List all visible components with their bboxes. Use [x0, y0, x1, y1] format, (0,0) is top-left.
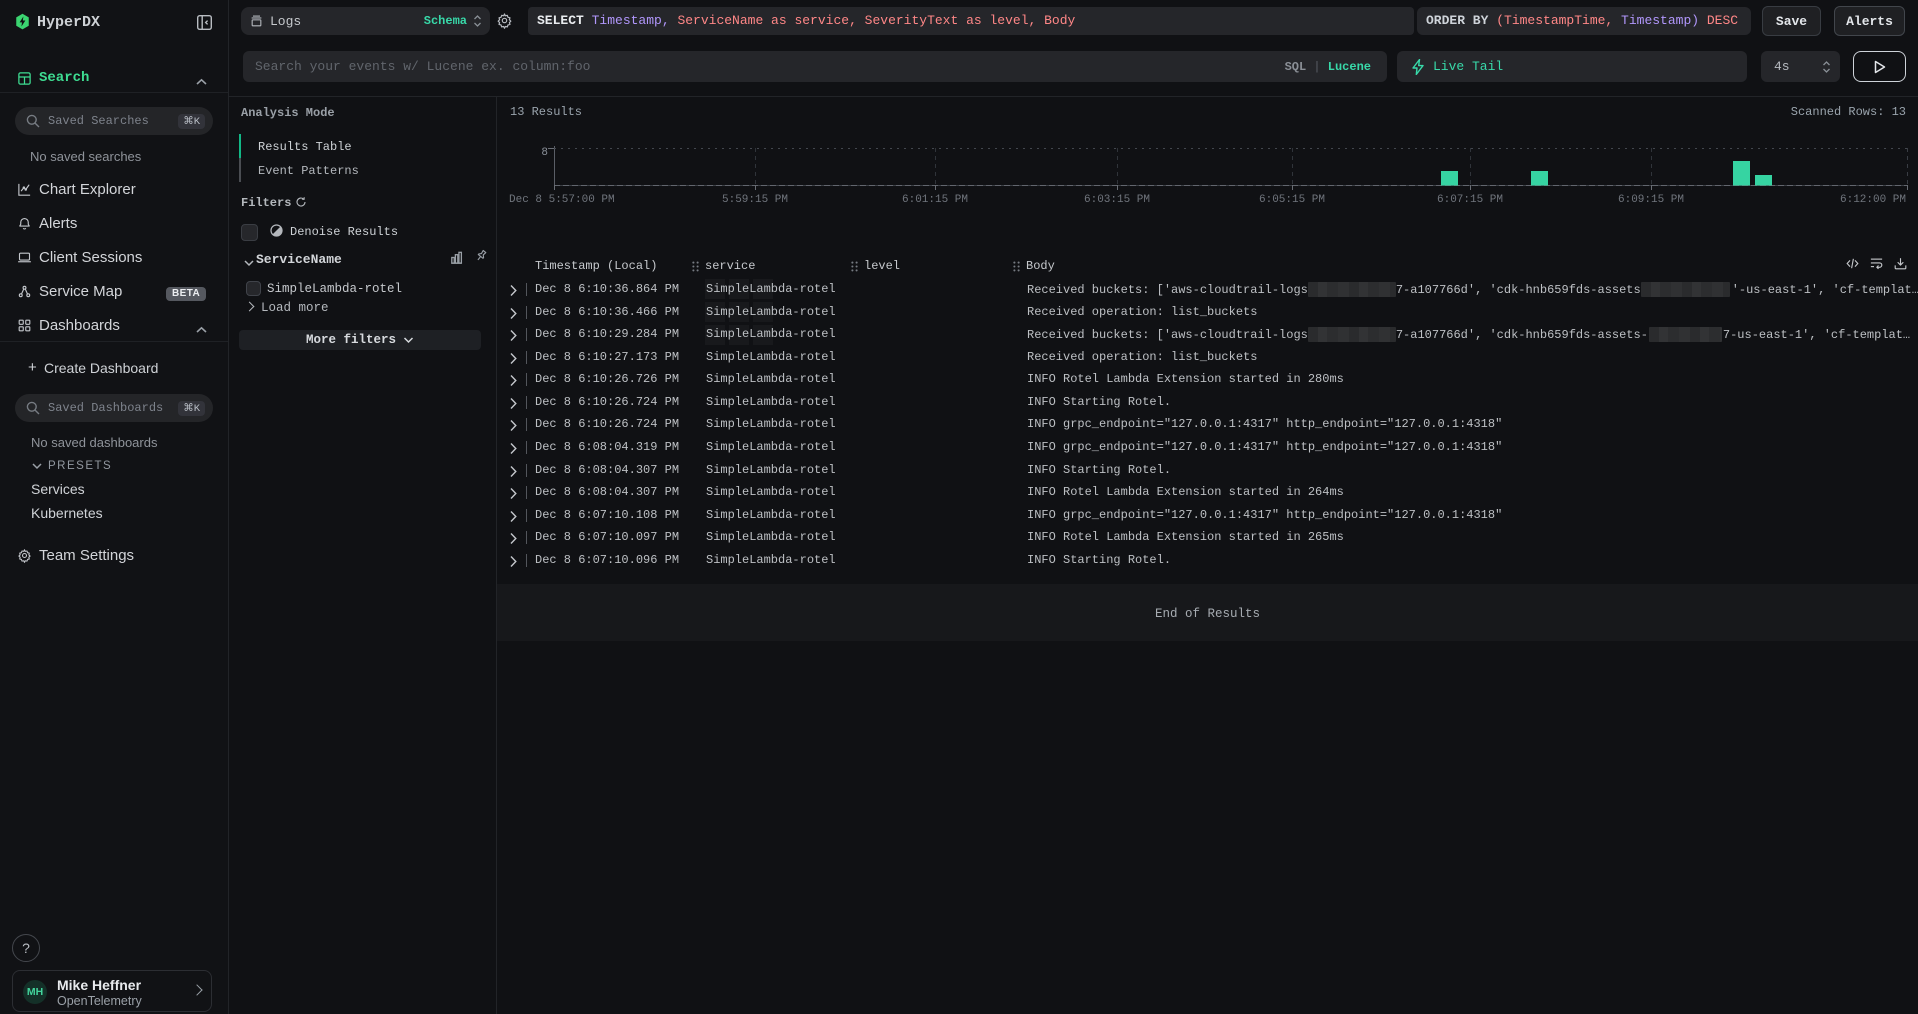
- svg-text:8: 8: [541, 147, 548, 159]
